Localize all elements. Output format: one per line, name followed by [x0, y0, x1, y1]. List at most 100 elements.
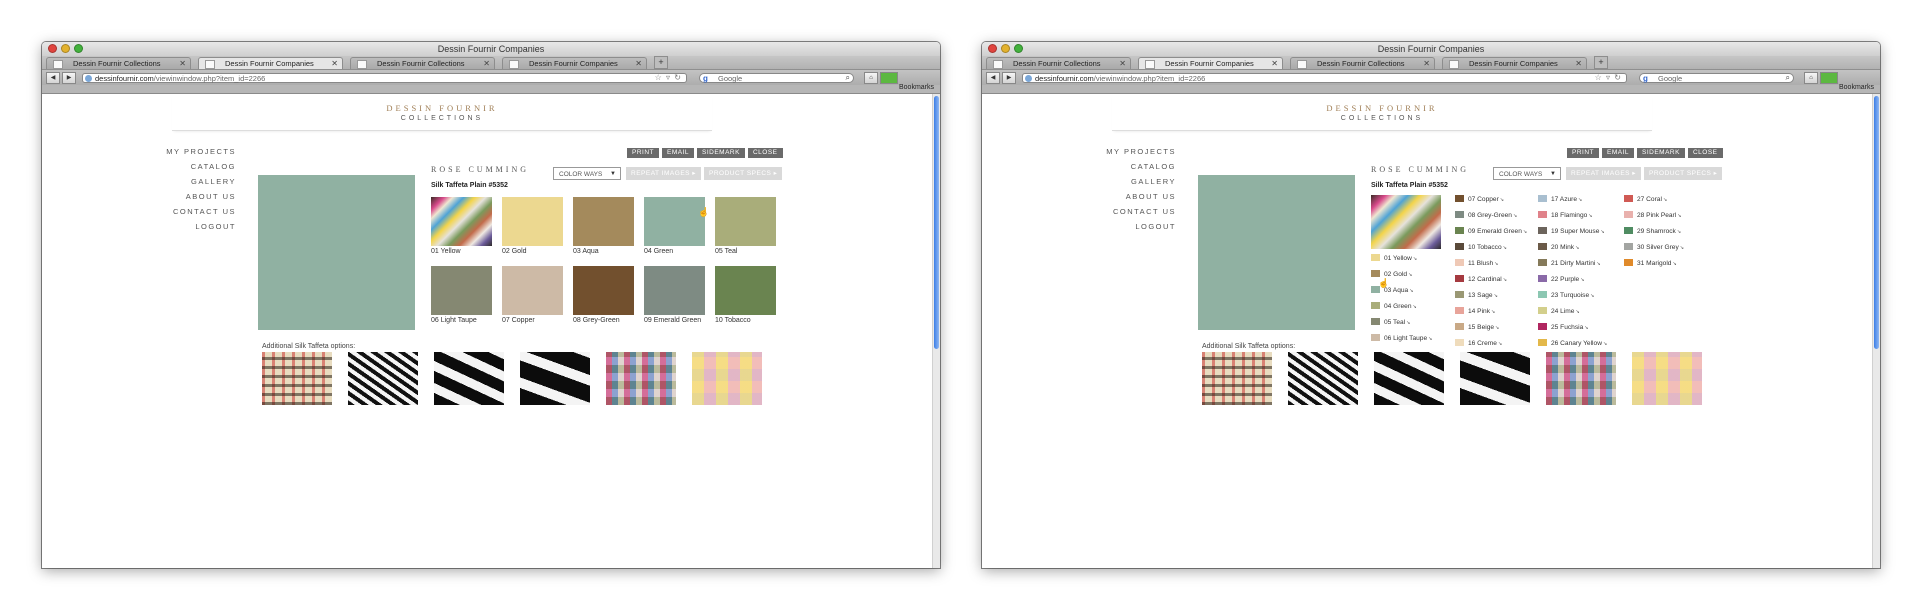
- fabric-option-thumbnail[interactable]: [1288, 352, 1358, 405]
- zoom-window-icon[interactable]: [74, 44, 83, 53]
- swatch-tile[interactable]: [573, 266, 634, 315]
- repeat-images-button[interactable]: REPEAT IMAGES ▸: [1566, 167, 1642, 180]
- color-way-item[interactable]: 18 Flamingo↘: [1538, 211, 1593, 221]
- fabric-option-thumbnail[interactable]: [1460, 352, 1530, 405]
- swatch-tile[interactable]: [573, 197, 634, 246]
- print-button[interactable]: PRINT: [627, 148, 659, 158]
- browser-tab[interactable]: Dessin Fournir Collections ✕: [350, 57, 495, 69]
- color-way-item[interactable]: 30 Silver Grey↘: [1624, 243, 1684, 253]
- color-way-item[interactable]: 24 Lime↘: [1538, 307, 1580, 317]
- search-input[interactable]: g Google ⌕: [1639, 72, 1794, 83]
- repeat-images-button[interactable]: REPEAT IMAGES ▸: [626, 167, 702, 180]
- new-tab-button[interactable]: +: [654, 56, 668, 69]
- color-ways-dropdown[interactable]: COLOR WAYS ▼: [553, 167, 621, 180]
- swatch-tile[interactable]: [644, 197, 705, 246]
- swatch-tile[interactable]: [715, 266, 776, 315]
- color-way-item[interactable]: 01 Yellow↘: [1371, 254, 1417, 264]
- color-way-item[interactable]: 23 Turquoise↘: [1538, 291, 1594, 301]
- color-way-item[interactable]: 04 Green↘: [1371, 302, 1417, 312]
- browser-tab-active[interactable]: Dessin Fournir Companies ✕: [1138, 57, 1283, 69]
- bookmark-star-icon[interactable]: ☆ ▿ ↻: [655, 73, 682, 83]
- fabric-option-thumbnail[interactable]: [692, 352, 762, 405]
- color-way-item[interactable]: 10 Tobacco↘: [1455, 243, 1507, 253]
- color-way-item[interactable]: 08 Grey-Green↘: [1455, 211, 1517, 221]
- close-tab-icon[interactable]: ✕: [331, 58, 338, 69]
- color-way-item[interactable]: 21 Dirty Martini↘: [1538, 259, 1601, 269]
- search-input[interactable]: g Google ⌕: [699, 72, 854, 83]
- scrollbar-thumb[interactable]: [1874, 96, 1879, 349]
- sidemark-button[interactable]: SIDEMARK: [697, 148, 745, 158]
- zoom-window-icon[interactable]: [1014, 44, 1023, 53]
- nav-about-us[interactable]: ABOUT US: [146, 192, 236, 207]
- nav-my-projects[interactable]: MY PROJECTS: [1086, 147, 1176, 162]
- color-way-item[interactable]: 17 Azure↘: [1538, 195, 1582, 205]
- nav-catalog[interactable]: CATALOG: [1086, 162, 1176, 177]
- browser-tab[interactable]: Dessin Fournir Collections ✕: [46, 57, 191, 69]
- color-way-item[interactable]: 29 Shamrock↘: [1624, 227, 1681, 237]
- swatch-tile[interactable]: [502, 266, 563, 315]
- nav-my-projects[interactable]: MY PROJECTS: [146, 147, 236, 162]
- nav-logout[interactable]: LOGOUT: [1086, 222, 1176, 237]
- fabric-option-thumbnail[interactable]: [1374, 352, 1444, 405]
- close-button[interactable]: CLOSE: [1687, 148, 1723, 158]
- sidemark-button[interactable]: SIDEMARK: [1637, 148, 1685, 158]
- browser-tab[interactable]: Dessin Fournir Collections ✕: [986, 57, 1131, 69]
- color-way-item[interactable]: 14 Pink↘: [1455, 307, 1495, 317]
- address-bar[interactable]: dessinfournir.com/viewinwindow.php?item_…: [1022, 72, 1627, 83]
- fabric-option-thumbnail[interactable]: [520, 352, 590, 405]
- color-way-item[interactable]: 09 Emerald Green↘: [1455, 227, 1527, 237]
- minimize-window-icon[interactable]: [61, 44, 70, 53]
- browser-tab-active[interactable]: Dessin Fournir Companies ✕: [198, 57, 343, 69]
- nav-contact-us[interactable]: CONTACT US: [1086, 207, 1176, 222]
- close-tab-icon[interactable]: ✕: [1423, 58, 1430, 69]
- email-button[interactable]: EMAIL: [662, 148, 695, 158]
- color-way-item[interactable]: 27 Coral↘: [1624, 195, 1667, 205]
- addon-icon[interactable]: [880, 71, 898, 84]
- color-way-item[interactable]: 12 Cardinal↘: [1455, 275, 1507, 285]
- email-button[interactable]: EMAIL: [1602, 148, 1635, 158]
- color-way-item[interactable]: 31 Marigold↘: [1624, 259, 1677, 269]
- minimize-window-icon[interactable]: [1001, 44, 1010, 53]
- close-tab-icon[interactable]: ✕: [1575, 58, 1582, 69]
- swatch-tile[interactable]: [644, 266, 705, 315]
- forward-button[interactable]: ▶: [1002, 71, 1016, 84]
- browser-tab[interactable]: Dessin Fournir Companies ✕: [1442, 57, 1587, 69]
- swatch-tile[interactable]: [715, 197, 776, 246]
- color-way-item[interactable]: 25 Fuchsia↘: [1538, 323, 1588, 333]
- vertical-scrollbar[interactable]: [932, 94, 940, 568]
- addon-icon[interactable]: [1820, 71, 1838, 84]
- close-tab-icon[interactable]: ✕: [483, 58, 490, 69]
- color-way-item[interactable]: 11 Blush↘: [1455, 259, 1498, 269]
- bookmarks-menu[interactable]: Bookmarks: [1839, 84, 1874, 91]
- nav-catalog[interactable]: CATALOG: [146, 162, 236, 177]
- close-tab-icon[interactable]: ✕: [1271, 58, 1278, 69]
- scrollbar-thumb[interactable]: [934, 96, 939, 349]
- swatch-tile[interactable]: [431, 266, 492, 315]
- fabric-option-thumbnail[interactable]: [1632, 352, 1702, 405]
- home-button[interactable]: ⌂: [1804, 71, 1818, 84]
- fabric-option-thumbnail[interactable]: [348, 352, 418, 405]
- nav-logout[interactable]: LOGOUT: [146, 222, 236, 237]
- address-bar[interactable]: dessinfournir.com/viewinwindow.php?item_…: [82, 72, 687, 83]
- close-tab-icon[interactable]: ✕: [1119, 58, 1126, 69]
- color-way-item[interactable]: 13 Sage↘: [1455, 291, 1498, 301]
- nav-gallery[interactable]: GALLERY: [146, 177, 236, 192]
- color-ways-dropdown[interactable]: COLOR WAYS ▼: [1493, 167, 1561, 180]
- fabric-option-thumbnail[interactable]: [434, 352, 504, 405]
- color-way-item[interactable]: 16 Creme↘: [1455, 339, 1502, 349]
- bookmark-star-icon[interactable]: ☆ ▿ ↻: [1595, 73, 1622, 83]
- color-way-item[interactable]: 28 Pink Pearl↘: [1624, 211, 1681, 221]
- close-window-icon[interactable]: [48, 44, 57, 53]
- search-icon[interactable]: ⌕: [1786, 73, 1790, 83]
- close-tab-icon[interactable]: ✕: [179, 58, 186, 69]
- color-way-item[interactable]: 19 Super Mouse↘: [1538, 227, 1605, 237]
- back-button[interactable]: ◀: [986, 71, 1000, 84]
- nav-contact-us[interactable]: CONTACT US: [146, 207, 236, 222]
- fabric-option-thumbnail[interactable]: [1202, 352, 1272, 405]
- site-logo[interactable]: DESSIN FOURNIR COLLECTIONS: [1112, 94, 1652, 131]
- home-button[interactable]: ⌂: [864, 71, 878, 84]
- color-way-item[interactable]: 15 Beige↘: [1455, 323, 1499, 333]
- color-way-item[interactable]: 26 Canary Yellow↘: [1538, 339, 1607, 349]
- product-specs-button[interactable]: PRODUCT SPECS ▸: [1644, 167, 1723, 180]
- fabric-option-thumbnail[interactable]: [262, 352, 332, 405]
